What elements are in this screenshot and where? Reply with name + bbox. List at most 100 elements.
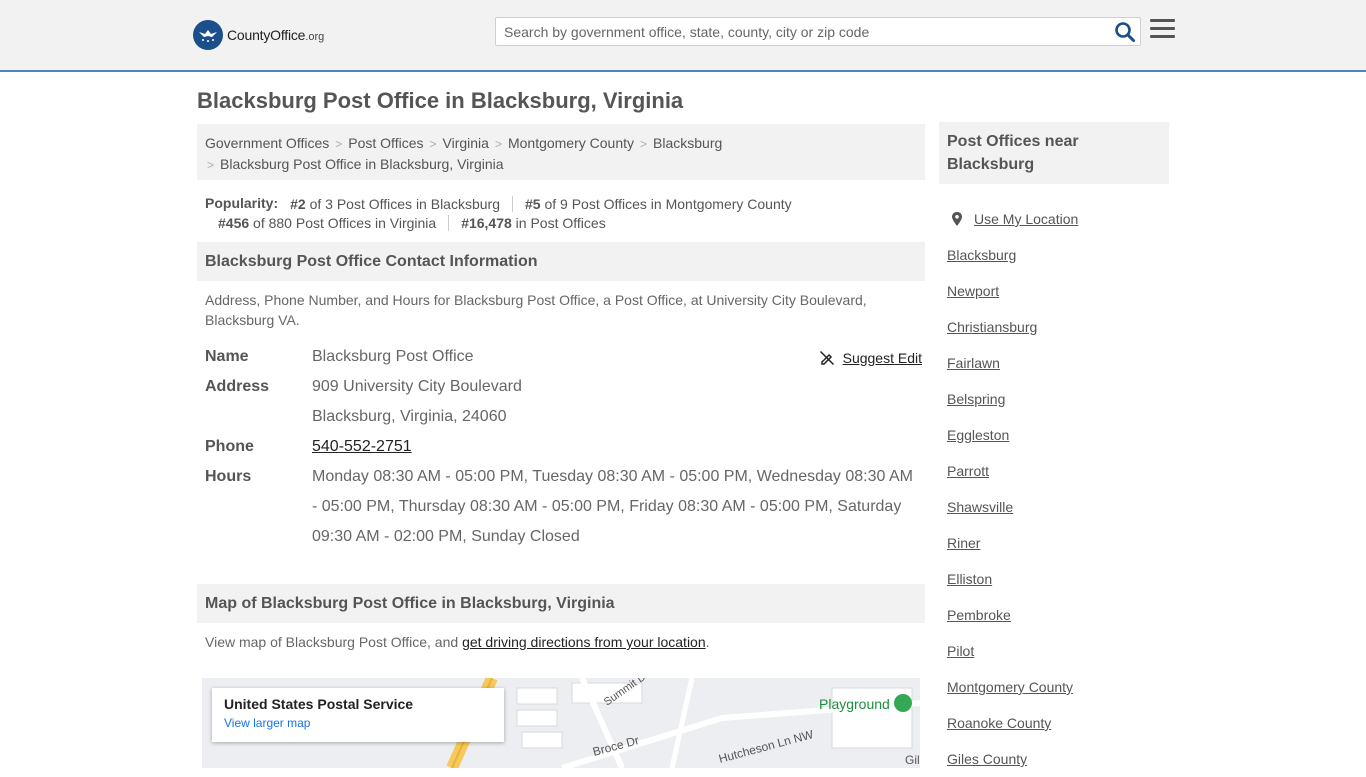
popularity-rank-national: #16,478 in Post Offices	[448, 215, 618, 231]
sidebar-link[interactable]: Riner	[947, 535, 980, 551]
address-label: Address	[205, 378, 270, 395]
sidebar-link[interactable]: Newport	[947, 283, 999, 299]
breadcrumb-montgomery-county[interactable]: Montgomery County	[508, 135, 634, 151]
sidebar-link[interactable]: Montgomery County	[947, 679, 1073, 695]
hamburger-menu-icon	[1150, 19, 1175, 22]
search-button[interactable]	[1114, 21, 1136, 43]
use-my-location-link[interactable]: Use My Location	[974, 201, 1078, 237]
map-label-playground: Playground	[819, 696, 890, 712]
rank-text: of 880 Post Offices in Virginia	[249, 215, 437, 231]
sidebar-link[interactable]: Fairlawn	[947, 355, 1000, 371]
logo-brand: CountyOffice	[227, 27, 306, 43]
eagle-logo-icon	[193, 20, 223, 50]
hours-label: Hours	[205, 468, 252, 485]
suggest-edit-link[interactable]: Suggest Edit	[843, 343, 922, 373]
map-description: View map of Blacksburg Post Office, and …	[197, 623, 925, 652]
site-header: CountyOffice.org	[0, 0, 1366, 72]
map-section-heading: Map of Blacksburg Post Office in Blacksb…	[197, 584, 925, 623]
chevron-right-icon: >	[429, 137, 437, 151]
sidebar-link[interactable]: Blacksburg	[947, 247, 1016, 263]
rank-text: of 9 Post Offices in Montgomery County	[540, 195, 792, 212]
sidebar-link[interactable]: Parrott	[947, 463, 989, 479]
menu-icon-bar	[1150, 27, 1175, 30]
popularity-rank-state: #456 of 880 Post Offices in Virginia	[206, 215, 448, 231]
menu-icon-bar	[1150, 35, 1175, 38]
rank-text: of 3 Post Offices in Blacksburg	[305, 195, 500, 212]
sidebar-item-giles-county[interactable]: Giles County	[947, 741, 1161, 777]
main-content: Government Offices > Post Offices > Virginia…	[197, 124, 925, 768]
chevron-right-icon: >	[494, 137, 502, 151]
search-input[interactable]	[504, 18, 1104, 45]
name-value: Blacksburg Post Office	[312, 348, 474, 365]
sidebar-link[interactable]: Pembroke	[947, 607, 1011, 623]
hours-value: Monday 08:30 AM - 05:00 PM, Tuesday 08:3…	[312, 468, 913, 545]
sidebar-item-christiansburg[interactable]: Christiansburg	[947, 309, 1161, 345]
sidebar-item-belspring[interactable]: Belspring	[947, 381, 1161, 417]
rank-value: #5	[524, 195, 541, 212]
sidebar-link[interactable]: Giles County	[947, 751, 1027, 767]
sidebar-link[interactable]: Pilot	[947, 643, 974, 659]
sidebar-item-shawsville[interactable]: Shawsville	[947, 489, 1161, 525]
address-line2: Blacksburg, Virginia, 24060	[312, 408, 507, 425]
rank-value: #2	[290, 195, 306, 212]
use-location-item[interactable]: Use My Location	[947, 201, 1161, 237]
sidebar-item-riner[interactable]: Riner	[947, 525, 1161, 561]
sidebar-list: Use My Location Blacksburg Newport Chris…	[939, 184, 1169, 777]
phone-row: Phone 540-552-2751	[205, 432, 917, 462]
sidebar-link[interactable]: Elliston	[947, 571, 992, 587]
contact-info-table: Suggest Edit Name Blacksburg Post Office…	[197, 330, 925, 552]
contact-section-heading: Blacksburg Post Office Contact Informati…	[197, 242, 925, 281]
page-title: Blacksburg Post Office in Blacksburg, Vi…	[197, 88, 684, 113]
sidebar-link[interactable]: Shawsville	[947, 499, 1013, 515]
hamburger-menu-button[interactable]	[1150, 19, 1175, 41]
sidebar-item-parrott[interactable]: Parrott	[947, 453, 1161, 489]
map-desc-suffix: .	[705, 634, 710, 650]
popularity-rank-city: #2 of 3 Post Offices in Blacksburg	[278, 196, 512, 212]
view-larger-map-link[interactable]: View larger map	[224, 716, 492, 730]
sidebar-link[interactable]: Roanoke County	[947, 715, 1051, 731]
suggest-edit[interactable]: Suggest Edit	[819, 343, 922, 373]
sidebar-item-eggleston[interactable]: Eggleston	[947, 417, 1161, 453]
address-line1: 909 University City Boulevard	[312, 378, 522, 395]
rank-value: #456	[218, 215, 250, 231]
site-logo[interactable]: CountyOffice.org	[193, 20, 324, 50]
sidebar-link[interactable]: Eggleston	[947, 427, 1009, 443]
sidebar-item-pembroke[interactable]: Pembroke	[947, 597, 1161, 633]
popularity-stats: Popularity: #2 of 3 Post Offices in Blac…	[197, 180, 925, 231]
breadcrumb-virginia[interactable]: Virginia	[443, 135, 489, 151]
map-info-card: United States Postal Service View larger…	[212, 688, 504, 742]
breadcrumb-post-offices[interactable]: Post Offices	[348, 135, 423, 151]
sidebar-item-pilot[interactable]: Pilot	[947, 633, 1161, 669]
edit-off-icon	[819, 350, 834, 366]
map-card-title: United States Postal Service	[224, 696, 414, 712]
park-pin-icon	[894, 694, 912, 712]
popularity-label: Popularity:	[205, 195, 279, 211]
sidebar-link[interactable]: Christiansburg	[947, 319, 1037, 335]
sidebar-item-elliston[interactable]: Elliston	[947, 561, 1161, 597]
sidebar-heading: Post Offices near Blacksburg	[939, 122, 1169, 184]
driving-directions-link[interactable]: get driving directions from your locatio…	[462, 634, 706, 650]
sidebar: Post Offices near Blacksburg Use My Loca…	[939, 122, 1169, 777]
name-row: Name Blacksburg Post Office	[205, 342, 917, 372]
embedded-map[interactable]: Summit Dr Playground Broce Dr Hutcheson …	[202, 678, 920, 768]
sidebar-link[interactable]: Belspring	[947, 391, 1005, 407]
breadcrumb-government-offices[interactable]: Government Offices	[205, 135, 329, 151]
chevron-right-icon: >	[207, 158, 215, 172]
sidebar-item-newport[interactable]: Newport	[947, 273, 1161, 309]
search-icon	[1115, 22, 1135, 42]
sidebar-item-roanoke-county[interactable]: Roanoke County	[947, 705, 1161, 741]
rank-value: #16,478	[461, 215, 512, 231]
breadcrumb: Government Offices > Post Offices > Virginia…	[197, 124, 925, 180]
sidebar-item-fairlawn[interactable]: Fairlawn	[947, 345, 1161, 381]
chevron-right-icon: >	[640, 137, 648, 151]
phone-label: Phone	[205, 438, 254, 455]
rank-text: in Post Offices	[511, 215, 606, 231]
sidebar-item-blacksburg[interactable]: Blacksburg	[947, 237, 1161, 273]
phone-link[interactable]: 540-552-2751	[312, 438, 412, 455]
contact-description: Address, Phone Number, and Hours for Bla…	[205, 292, 867, 328]
address-row-2: Blacksburg, Virginia, 24060	[205, 402, 917, 432]
breadcrumb-blacksburg[interactable]: Blacksburg	[653, 135, 722, 151]
sidebar-item-montgomery-county[interactable]: Montgomery County	[947, 669, 1161, 705]
map-desc-prefix: View map of Blacksburg Post Office, and	[205, 634, 463, 650]
map-label-gil: Gil	[905, 753, 920, 767]
